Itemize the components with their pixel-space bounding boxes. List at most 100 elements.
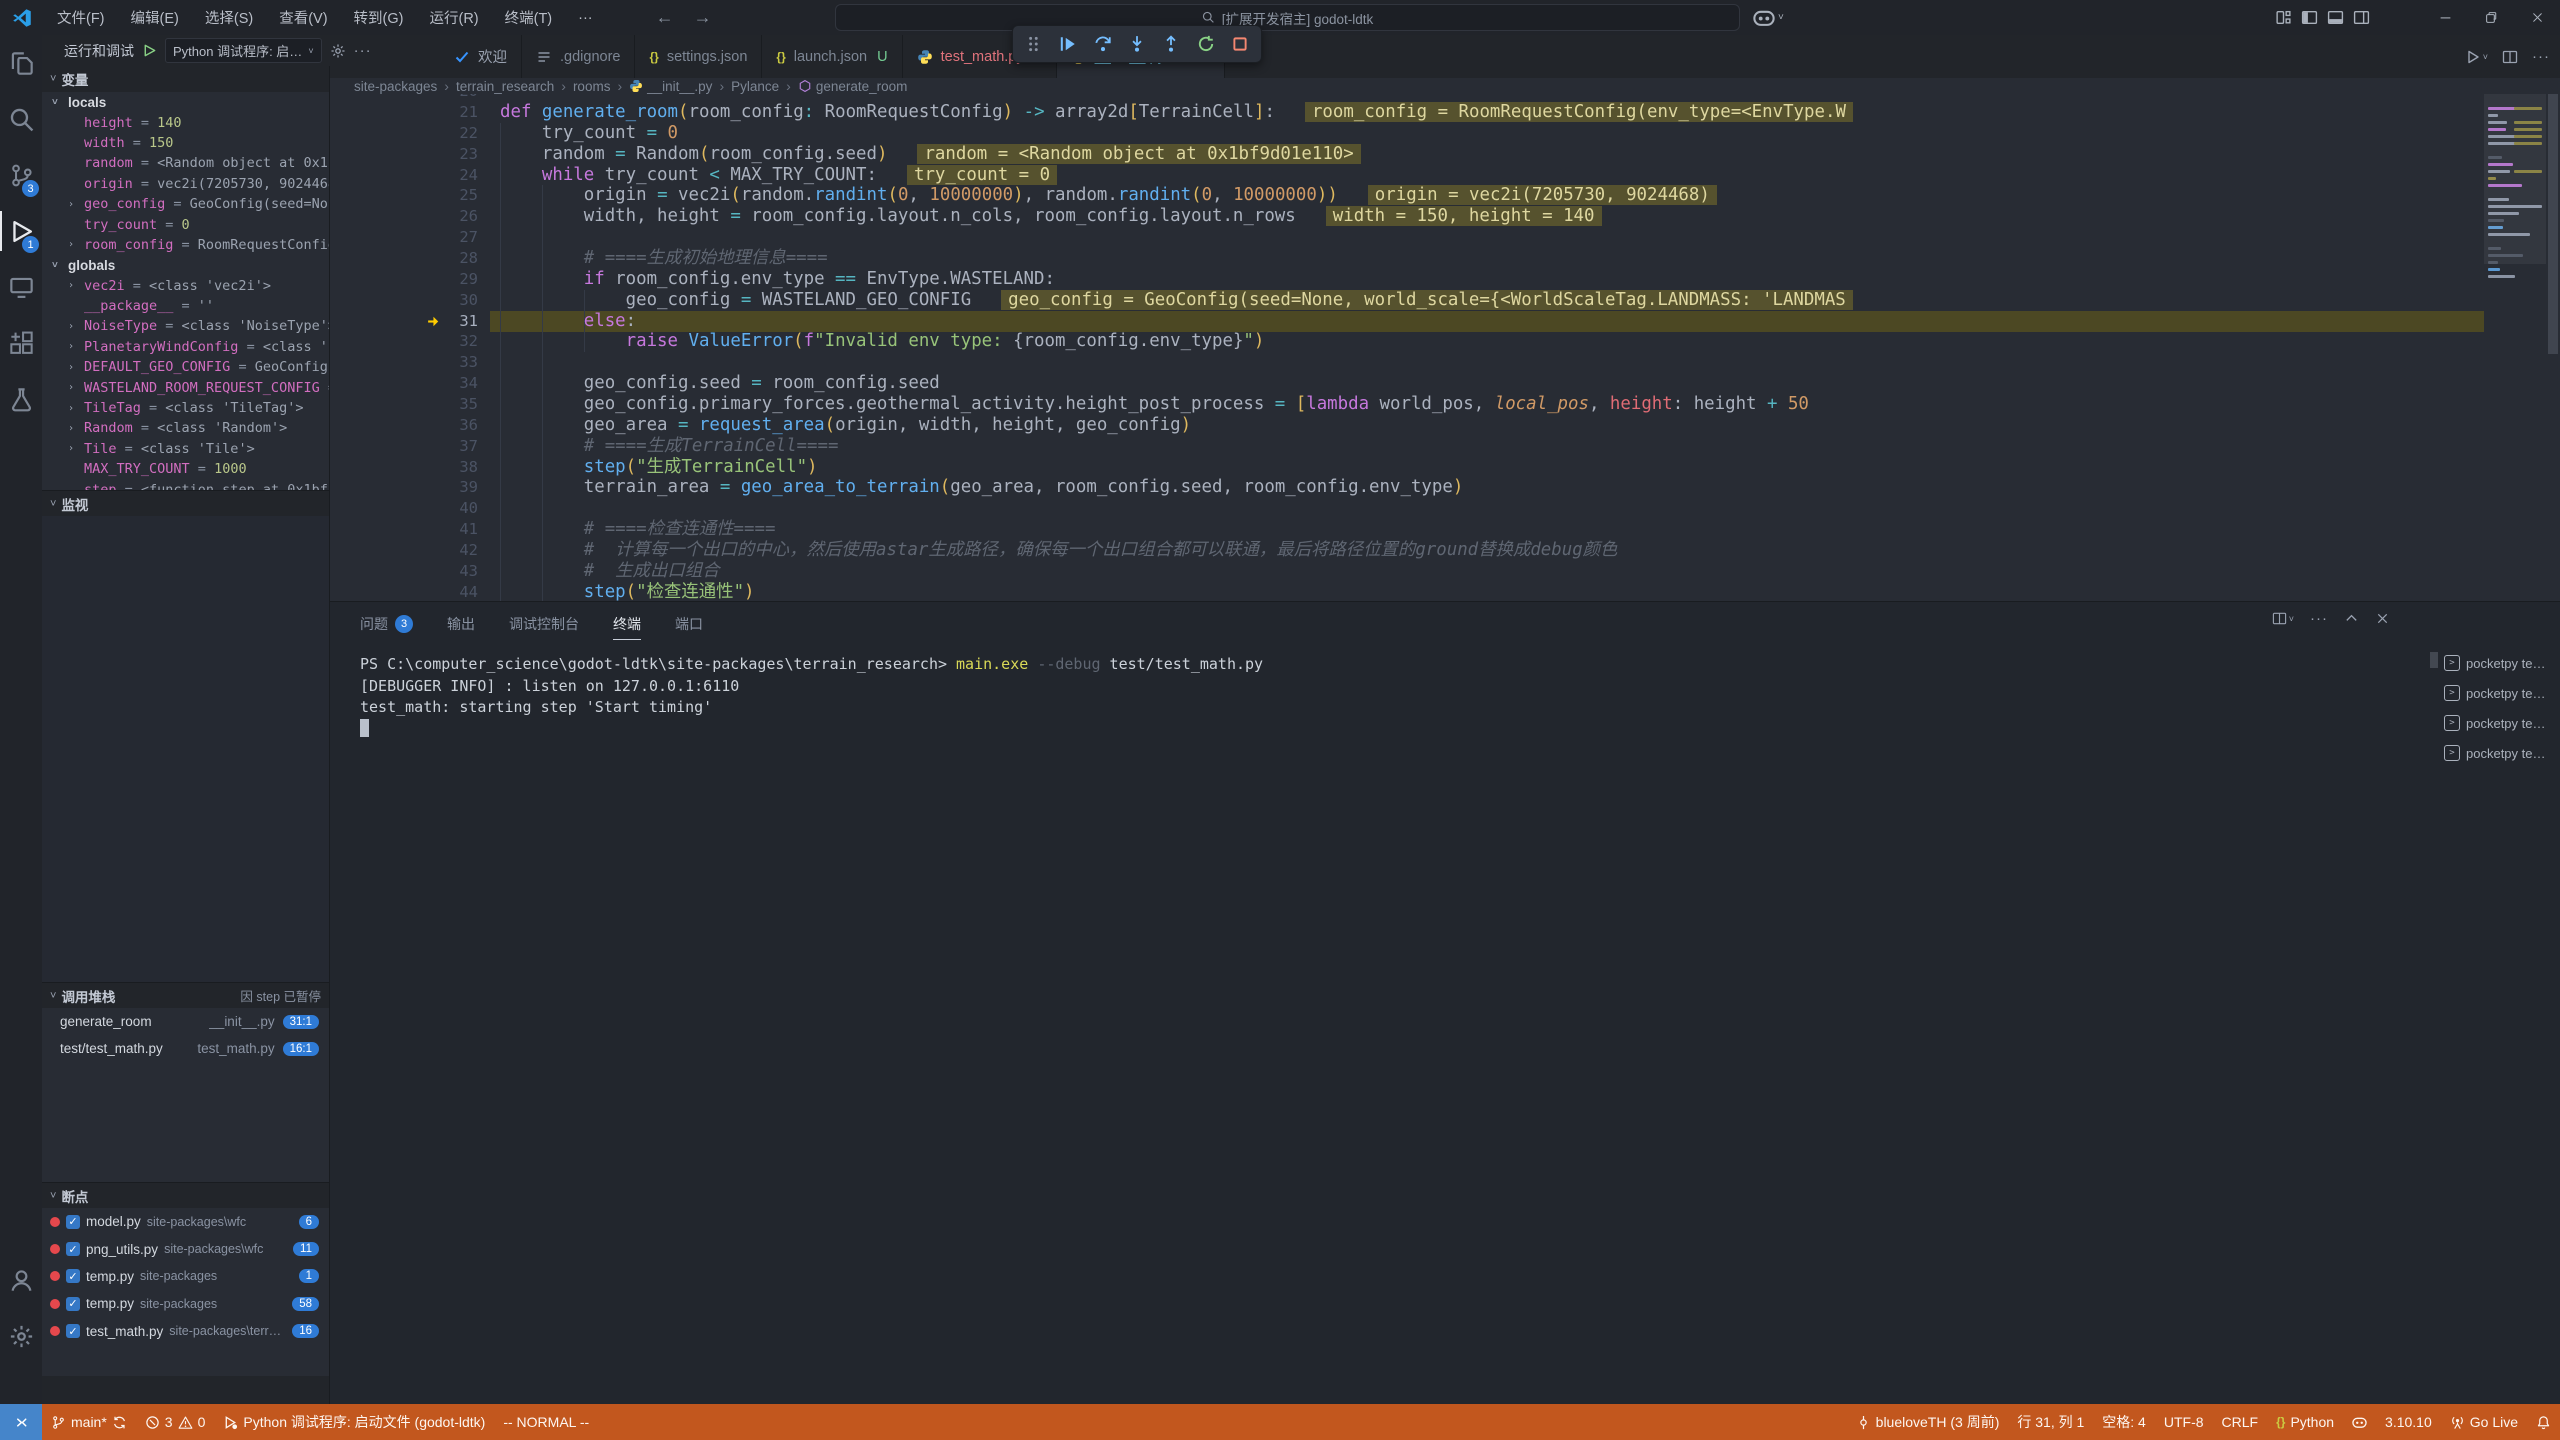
cursor-position[interactable]: 行 31, 列 1 xyxy=(2008,1404,2093,1440)
minimize-button[interactable] xyxy=(2422,0,2468,35)
variables-section-header[interactable]: ˅ 变量 xyxy=(42,66,329,92)
activity-source-control[interactable]: 3 xyxy=(0,147,42,203)
step-out-button[interactable] xyxy=(1156,29,1186,59)
maximize-panel-icon[interactable] xyxy=(2344,611,2359,626)
breakpoint-row[interactable]: ✓temp.pysite-packages1 xyxy=(42,1263,329,1290)
activity-extensions[interactable] xyxy=(0,315,42,371)
watch-section-header[interactable]: ˅ 监视 xyxy=(42,490,329,516)
activity-run-debug[interactable]: 1 xyxy=(0,203,42,259)
code-line[interactable]: 30 geo_config = WASTELAND_GEO_CONFIGgeo_… xyxy=(330,290,2480,311)
restore-button[interactable] xyxy=(2468,0,2514,35)
variable-row[interactable]: ›NoiseType = <class 'NoiseType'> xyxy=(42,316,329,336)
variable-row[interactable]: width = 150 xyxy=(42,133,329,153)
activity-settings[interactable] xyxy=(0,1308,42,1364)
run-python-file-button[interactable]: ˅ xyxy=(2465,49,2488,65)
code-line[interactable]: 29 if room_config.env_type == EnvType.WA… xyxy=(330,269,2480,290)
menu-4[interactable]: 转到(G) xyxy=(341,0,417,35)
variable-row[interactable]: ›TileTag = <class 'TileTag'> xyxy=(42,398,329,418)
breadcrumb-item[interactable]: rooms xyxy=(573,79,611,94)
activity-testing[interactable] xyxy=(0,371,42,427)
tab-settings.json[interactable]: {}settings.json xyxy=(635,35,762,78)
menu-2[interactable]: 选择(S) xyxy=(192,0,266,35)
variable-row[interactable]: ›DEFAULT_GEO_CONFIG = GeoConfig(seed=1… xyxy=(42,357,329,377)
terminal-list-item[interactable]: >pocketpy te… xyxy=(2444,708,2556,738)
code-line[interactable]: 24 while try_count < MAX_TRY_COUNT:try_c… xyxy=(330,165,2480,186)
terminal-list-item[interactable]: >pocketpy te… xyxy=(2444,678,2556,708)
tab-launch.json[interactable]: {}launch.jsonU xyxy=(762,35,902,78)
menu-6[interactable]: 终端(T) xyxy=(492,0,566,35)
panel-tab-输出[interactable]: 输出 xyxy=(447,602,475,646)
code-line[interactable]: 20 xyxy=(330,94,2480,102)
panel-tab-问题[interactable]: 问题3 xyxy=(360,602,413,646)
variable-row[interactable]: try_count = 0 xyxy=(42,214,329,234)
breadcrumb-item[interactable]: Pylance xyxy=(731,79,779,94)
code-line[interactable]: 44 step("检查连通性") xyxy=(330,582,2480,601)
code-line[interactable]: 31 else: xyxy=(330,311,2480,332)
panel-tab-端口[interactable]: 端口 xyxy=(675,602,703,646)
go-live[interactable]: Go Live xyxy=(2441,1404,2527,1440)
code-line[interactable]: 22 try_count = 0 xyxy=(330,123,2480,144)
breakpoint-row[interactable]: ✓model.pysite-packages\wfc6 xyxy=(42,1208,329,1235)
terminal-output[interactable]: PS C:\computer_science\godot-ldtk\site-p… xyxy=(360,654,2440,743)
activity-search[interactable] xyxy=(0,91,42,147)
notifications[interactable] xyxy=(2527,1404,2560,1440)
nav-back-icon[interactable]: ← xyxy=(646,7,684,28)
breakpoints-section-header[interactable]: ˅ 断点 xyxy=(42,1182,329,1208)
variable-row[interactable]: height = 140 xyxy=(42,112,329,132)
close-panel-icon[interactable] xyxy=(2375,611,2390,626)
copilot[interactable] xyxy=(2343,1404,2376,1440)
vim-mode[interactable]: -- NORMAL -- xyxy=(494,1404,598,1440)
variable-row[interactable]: __package__ = '' xyxy=(42,296,329,316)
call-stack-section-header[interactable]: ˅ 调用堆栈 因 step 已暂停 xyxy=(42,982,329,1008)
split-terminal-button[interactable]: ˅ xyxy=(2272,611,2294,626)
code-line[interactable]: 42 # 计算每一个出口的中心，然后使用astar生成路径，确保每一个出口组合都… xyxy=(330,540,2480,561)
step-over-button[interactable] xyxy=(1088,29,1118,59)
breadcrumb-item[interactable]: __init__.py xyxy=(629,79,712,94)
variable-row[interactable]: random = <Random object at 0x1bf9d01e… xyxy=(42,153,329,173)
code-line[interactable]: 21def generate_room(room_config: RoomReq… xyxy=(330,102,2480,123)
minimap-slider[interactable] xyxy=(2484,94,2546,264)
activity-explorer[interactable] xyxy=(0,35,42,91)
stop-button[interactable] xyxy=(1225,29,1255,59)
language-mode[interactable]: {}Python xyxy=(2267,1404,2343,1440)
start-debug-icon[interactable] xyxy=(142,43,157,58)
problems[interactable]: 30 xyxy=(136,1404,215,1440)
terminal-list-item[interactable]: >pocketpy te… xyxy=(2444,648,2556,678)
variable-row[interactable]: ›room_config = RoomRequestConfig(env_t… xyxy=(42,235,329,255)
breakpoint-checkbox[interactable]: ✓ xyxy=(66,1215,80,1229)
copilot-menu[interactable]: ˅ xyxy=(1753,3,1784,32)
stack-frame[interactable]: generate_room__init__.py31:1 xyxy=(42,1008,329,1035)
git-branch[interactable]: main* xyxy=(42,1404,136,1440)
breakpoint-row[interactable]: ✓png_utils.pysite-packages\wfc11 xyxy=(42,1235,329,1262)
breadcrumb-item[interactable]: generate_room xyxy=(798,79,908,94)
terminal-scrollbar[interactable] xyxy=(2430,652,2438,668)
debug-session[interactable]: Python 调试程序: 启动文件 (godot-ldtk) xyxy=(214,1404,494,1440)
breakpoint-checkbox[interactable]: ✓ xyxy=(66,1242,80,1256)
remote-indicator[interactable] xyxy=(0,1404,42,1440)
close-button[interactable] xyxy=(2514,0,2560,35)
breadcrumb-item[interactable]: site-packages xyxy=(354,79,437,94)
toggle-primary-sidebar-icon[interactable] xyxy=(2301,9,2318,26)
eol[interactable]: CRLF xyxy=(2213,1404,2268,1440)
code-line[interactable]: 37 # ====生成TerrainCell==== xyxy=(330,436,2480,457)
code-line[interactable]: 40 xyxy=(330,498,2480,519)
activity-account[interactable] xyxy=(0,1252,42,1308)
code-line[interactable]: 32 raise ValueError(f"Invalid env type: … xyxy=(330,331,2480,352)
variable-row[interactable]: ›WASTELAND_ROOM_REQUEST_CONFIG = RoomR… xyxy=(42,377,329,397)
panel-tab-终端[interactable]: 终端 xyxy=(613,602,641,646)
more-actions-icon[interactable]: ··· xyxy=(2310,610,2328,627)
variable-scope-globals[interactable]: ˅globals xyxy=(42,255,329,275)
variable-row[interactable]: ›Random = <class 'Random'> xyxy=(42,418,329,438)
code-line[interactable]: 35 geo_config.primary_forces.geothermal_… xyxy=(330,394,2480,415)
variable-row[interactable]: origin = vec2i(7205730, 9024468) xyxy=(42,174,329,194)
indentation[interactable]: 空格: 4 xyxy=(2093,1404,2155,1440)
encoding[interactable]: UTF-8 xyxy=(2155,1404,2213,1440)
customize-layout-icon[interactable] xyxy=(2275,9,2292,26)
more-actions-icon[interactable]: ··· xyxy=(354,42,372,59)
stack-frame[interactable]: test/test_math.pytest_math.py16:1 xyxy=(42,1035,329,1062)
breakpoint-checkbox[interactable]: ✓ xyxy=(66,1297,80,1311)
terminal-list-item[interactable]: >pocketpy te… xyxy=(2444,738,2556,768)
variable-row[interactable]: step = <function step at 0x1bf8d716d… xyxy=(42,479,329,490)
git-commit[interactable]: blueloveTH (3 周前) xyxy=(1847,1404,2009,1440)
code-line[interactable]: 34 geo_config.seed = room_config.seed xyxy=(330,373,2480,394)
